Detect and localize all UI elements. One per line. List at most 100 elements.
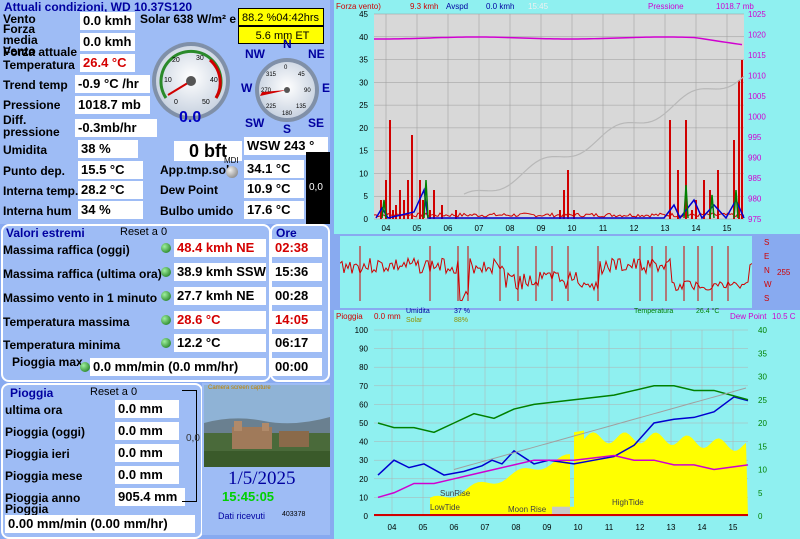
- dir-value: 255: [777, 268, 791, 277]
- extreme-label: Temperatura minima: [3, 338, 121, 352]
- pressure-label: Pressione: [3, 98, 61, 112]
- y2-tick-label: 10: [758, 466, 767, 475]
- y2-tick-label: 40: [758, 326, 767, 335]
- gauge-tick-30: 30: [196, 55, 204, 62]
- humidity-label: Umidita: [3, 143, 48, 157]
- x-tick-label: 15: [723, 224, 732, 233]
- gauge-tick-10: 10: [164, 77, 172, 84]
- x-tick-label: 13: [667, 523, 676, 532]
- y2-tick-label: 995: [748, 133, 762, 142]
- inhum-value: 34 %: [78, 201, 143, 219]
- compass-s: S: [283, 122, 291, 133]
- rain-month-value: 0.0 mm: [115, 466, 179, 484]
- graph-top-time: 15:45: [528, 2, 549, 11]
- extreme-label: Massima raffica (oggi): [3, 243, 130, 257]
- y-tick-label: 40: [359, 33, 368, 42]
- diff-value: -0.3mb/hr: [75, 119, 157, 137]
- dew-value: 15.5 °C: [78, 161, 143, 179]
- x-tick-label: 15: [729, 523, 738, 532]
- inhum-label: Interna hum: [3, 204, 72, 218]
- gust-value: 0.0 kmh: [80, 33, 135, 51]
- dir-label-s2: S: [764, 294, 770, 303]
- extreme-led: [161, 291, 171, 301]
- y-tick-label: 25: [359, 101, 368, 110]
- x-tick-label: 14: [692, 224, 701, 233]
- graph-top-wind-label: Forza vento): [336, 2, 381, 11]
- y-tick-label: 30: [359, 456, 368, 465]
- rain-year-value: 905.4 mm: [115, 488, 185, 506]
- wind-direction-graph: [340, 246, 752, 302]
- y-tick-label: 60: [359, 400, 368, 409]
- temp-value: 26.4 °C: [80, 54, 135, 72]
- solar-value: Solar 638 W/m² e: [140, 12, 237, 26]
- y-tick-label: 10: [359, 493, 368, 502]
- extreme-led: [161, 338, 171, 348]
- x-tick-label: 13: [661, 224, 670, 233]
- y-tick-label: 50: [359, 419, 368, 428]
- y-tick-label: 15: [359, 147, 368, 156]
- dark-indicator: 0,0: [306, 152, 330, 224]
- x-tick-label: 06: [444, 224, 453, 233]
- y2-tick-label: 15: [758, 442, 767, 451]
- graph-top-pressure-label: Pressione: [648, 2, 684, 11]
- graph-bottom-solar-value: 88%: [454, 317, 469, 324]
- rain-reset[interactable]: Reset a 0: [90, 386, 137, 398]
- rain-today-value: 0.0 mm: [115, 422, 179, 440]
- extreme-value: 12.2 °C: [174, 334, 266, 352]
- y2-tick-label: 980: [748, 195, 762, 204]
- y2-tick-label: 985: [748, 174, 762, 183]
- x-tick-label: 04: [388, 523, 397, 532]
- y2-tick-label: 975: [748, 215, 762, 224]
- lowtide-annotation: LowTide: [430, 503, 460, 512]
- graph-bottom-rain-value: 0.0 mm: [374, 312, 401, 321]
- data-received-label: Dati ricevuti: [218, 511, 266, 521]
- x-tick-label: 12: [630, 224, 639, 233]
- graph-top-avg: 0.0 kmh: [486, 2, 515, 11]
- trend-value: -0.9 °C /hr: [75, 75, 150, 93]
- y2-tick-label: 1025: [748, 10, 766, 19]
- x-tick-label: 06: [450, 523, 459, 532]
- y-tick-label: 35: [359, 56, 368, 65]
- apptemp-label: App.tmp.sol: [160, 163, 230, 177]
- gauge-tick-0: 0: [174, 99, 178, 106]
- graph-bottom-hum-label: Umidita: [406, 308, 430, 315]
- diff-label: Diff. pressione: [3, 113, 60, 139]
- compass-se: SE: [308, 116, 324, 130]
- hightide-annotation: HighTide: [612, 498, 644, 507]
- gauge-tick-20: 20: [172, 57, 180, 64]
- extreme-time: 00:28: [272, 287, 322, 305]
- y-tick-label: 5: [364, 192, 369, 201]
- y-tick-label: 80: [359, 363, 368, 372]
- extreme-label: Massima raffica (ultima ora): [3, 267, 162, 281]
- extremes-reset[interactable]: Reset a 0: [120, 226, 167, 238]
- x-tick-label: 08: [506, 224, 515, 233]
- y-tick-label: 10: [359, 169, 368, 178]
- compass-tick-180: 180: [282, 111, 293, 117]
- y2-tick-label: 20: [758, 419, 767, 428]
- rain-rate-value: 0.00 mm/min (0.00 mm/hr): [5, 515, 195, 533]
- y-tick-label: 70: [359, 382, 368, 391]
- compass-nw: NW: [245, 47, 266, 61]
- x-tick-label: 10: [574, 523, 583, 532]
- graph-bottom-dew-value: 10.5 C: [772, 312, 796, 321]
- extreme-led: [161, 315, 171, 325]
- temp-label: Temperatura: [3, 58, 75, 72]
- graph-top-speed: 9.3 kmh: [410, 2, 439, 11]
- graph-bottom-rain-label: Pioggia: [336, 312, 363, 321]
- y-tick-label: 45: [359, 10, 368, 19]
- gauge-value: 0.0: [179, 109, 201, 126]
- wetbulb-value: 17.6 °C: [244, 201, 304, 219]
- temp-humidity-graph: 1009080706050403020100403530252015105004…: [355, 326, 768, 532]
- extreme-value: 38.9 kmh SSW: [174, 263, 266, 281]
- x-tick-label: 07: [481, 523, 490, 532]
- trend-label: Trend temp: [3, 78, 68, 92]
- extreme-value: 27.7 kmh NE: [174, 287, 266, 305]
- pressure-value: 1018.7 mb: [75, 96, 150, 114]
- gauge-tick-40: 40: [210, 77, 218, 84]
- sunshine-hours: 88.2 %04:42hrs: [238, 8, 324, 26]
- graph-top-avg-label: Avspd: [446, 2, 469, 11]
- dark-indicator-value: 0,0: [309, 182, 323, 193]
- y-tick-label: 30: [359, 78, 368, 87]
- x-tick-label: 11: [599, 224, 608, 233]
- extreme-time: 06:17: [272, 334, 322, 352]
